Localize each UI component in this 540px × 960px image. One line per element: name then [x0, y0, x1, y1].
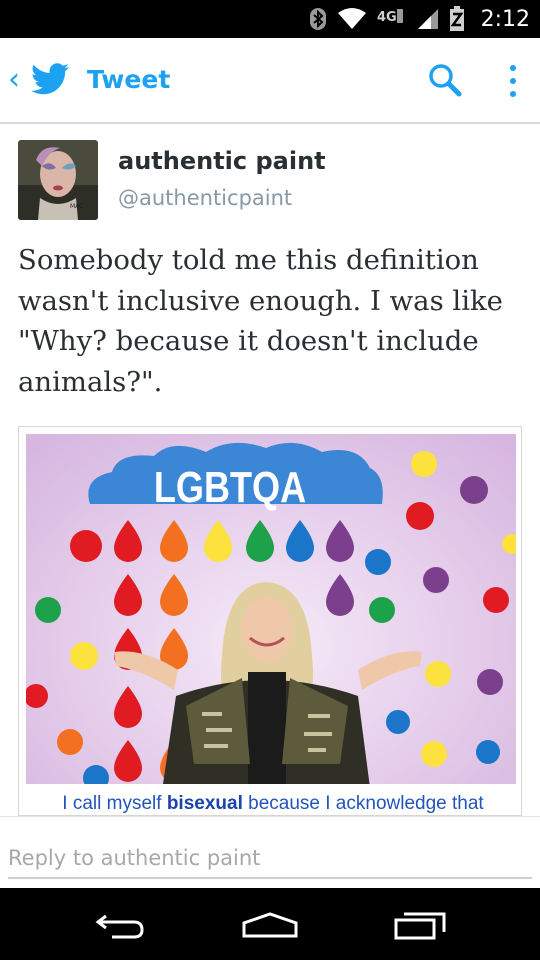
action-bar: ‹ Tweet [0, 38, 540, 124]
home-icon[interactable] [230, 900, 310, 950]
tweet-photo[interactable]: LGBTQA I call myself bisexual because I … [18, 426, 522, 816]
page-title: Tweet [87, 65, 171, 94]
twitter-bird-icon[interactable] [31, 63, 70, 99]
photo-banner-text: LGBTQA [154, 463, 306, 512]
photo-artwork: LGBTQA [26, 434, 516, 815]
author-handle[interactable]: @authenticpaint [118, 186, 292, 210]
search-icon[interactable] [428, 63, 462, 101]
status-time: 2:12 [480, 6, 530, 32]
author-name[interactable]: authentic paint [118, 147, 326, 175]
bluetooth-icon [309, 7, 327, 31]
photo-caption: I call myself bisexual because I acknowl… [62, 793, 484, 814]
battery-icon [449, 6, 465, 32]
svg-text:MAC: MAC [70, 203, 83, 210]
recents-icon[interactable] [380, 900, 460, 950]
status-bar: 4G 2:12 [0, 0, 540, 38]
navigation-bar [0, 888, 540, 960]
wifi-icon [337, 7, 367, 31]
overflow-menu-icon[interactable] [504, 62, 522, 102]
network-type-badge: 4G [377, 7, 407, 31]
status-icons: 4G 2:12 [309, 0, 530, 38]
up-navigation-chevron-icon[interactable]: ‹ [8, 60, 20, 100]
svg-text:4G: 4G [377, 10, 397, 25]
reply-input[interactable] [8, 839, 532, 879]
tweet-text: Somebody told me this definition wasn't … [18, 244, 503, 398]
signal-icon [417, 7, 439, 31]
back-icon[interactable] [80, 900, 160, 950]
avatar[interactable]: MAC [18, 140, 98, 220]
reply-bar [0, 816, 540, 889]
